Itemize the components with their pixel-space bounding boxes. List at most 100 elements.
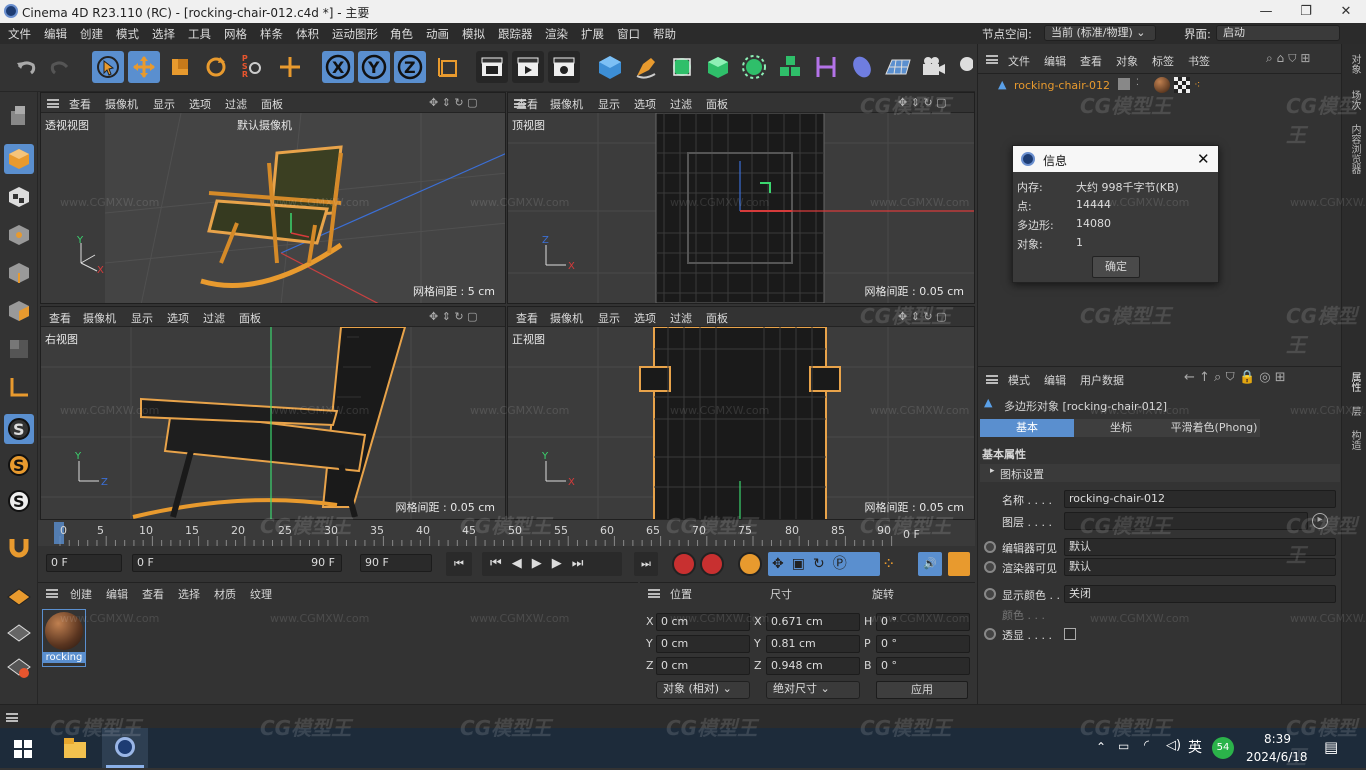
options-menu[interactable]: 选项	[189, 96, 211, 112]
x-axis-lock-button[interactable]: X	[322, 51, 354, 83]
menu-mode[interactable]: 模式	[116, 26, 139, 42]
render-view-button[interactable]	[476, 51, 508, 83]
viewport-perspective[interactable]: 查看 摄像机 显示 选项 过滤 面板 ✥ ⇕ ↻ ▢ 透视视图 默认摄像机 Y …	[40, 92, 506, 304]
select-tool-button[interactable]	[92, 51, 124, 83]
side-tab-layers[interactable]: 层	[1347, 406, 1362, 416]
axis-mode-button[interactable]	[4, 372, 34, 402]
size-z-field[interactable]: 0.948 cm	[766, 657, 860, 675]
object-menu-icon[interactable]	[986, 54, 998, 67]
side-tab-structure[interactable]: 构造	[1347, 430, 1362, 450]
render-picture-viewer-button[interactable]	[512, 51, 544, 83]
animate-radio[interactable]	[984, 588, 996, 600]
playback-controls[interactable]: ⏮◀▶▶⏭	[482, 552, 622, 576]
texture-mode-button[interactable]	[4, 182, 34, 212]
extrude-button[interactable]	[702, 51, 734, 83]
move-tool-button[interactable]	[128, 51, 160, 83]
coord-menu-icon[interactable]	[648, 588, 660, 601]
om-menu-object[interactable]: 对象	[1116, 53, 1138, 69]
camera-button[interactable]	[918, 51, 950, 83]
wifi-icon[interactable]: ◜	[1144, 738, 1149, 753]
menu-volume[interactable]: 体积	[296, 26, 319, 42]
keyframe-selection-button[interactable]	[738, 552, 762, 576]
snap-enable-button[interactable]: S	[4, 450, 34, 480]
layer-field[interactable]	[1064, 512, 1308, 530]
filter-menu[interactable]: 过滤	[670, 96, 692, 112]
tab-basic[interactable]: 基本	[980, 419, 1074, 437]
preview-range-slider[interactable]: 0 F 90 F	[132, 554, 342, 572]
tab-phong[interactable]: 平滑着色(Phong)	[1168, 419, 1260, 437]
attr-menu-edit[interactable]: 编辑	[1044, 372, 1066, 388]
coordinate-system-button[interactable]	[432, 51, 464, 83]
make-editable-button[interactable]	[4, 100, 34, 130]
snap-settings-button[interactable]: S	[4, 486, 34, 516]
key-channels-toggle[interactable]: ✥▣↻Ⓟ	[768, 552, 880, 576]
om-menu-file[interactable]: 文件	[1008, 53, 1030, 69]
volume-icon[interactable]: ◁)	[1166, 738, 1181, 753]
viewport-menu-icon[interactable]	[47, 98, 59, 111]
pen-tool-button[interactable]	[630, 51, 662, 83]
viewport-top[interactable]: 查看 摄像机 显示 选项 过滤 面板 ✥ ⇕ ↻ ▢ 顶视图 Z X 网格间距 …	[507, 92, 975, 304]
options-menu[interactable]: 选项	[634, 310, 656, 326]
light-button[interactable]	[954, 51, 974, 83]
menu-tools[interactable]: 工具	[188, 26, 211, 42]
y-axis-lock-button[interactable]: Y	[358, 51, 390, 83]
minimize-button[interactable]: —	[1246, 2, 1286, 21]
menu-render[interactable]: 渲染	[545, 26, 568, 42]
coord-mode-dropdown[interactable]: 对象 (相对) ⌄	[656, 681, 750, 699]
camera-menu[interactable]: 摄像机	[105, 96, 138, 112]
rot-b-field[interactable]: 0 °	[876, 657, 970, 675]
selection-tag-icon[interactable]: ⁖	[1194, 78, 1200, 91]
maximize-button[interactable]: ❐	[1286, 2, 1326, 21]
render-visible-dropdown[interactable]: 默认	[1064, 558, 1336, 576]
record-keyframe-button[interactable]	[672, 552, 696, 576]
deformer-button[interactable]	[810, 51, 842, 83]
start-frame-field[interactable]: 0 F	[46, 554, 122, 572]
edges-mode-button[interactable]	[4, 258, 34, 288]
side-tab-objects[interactable]: 对象	[1347, 54, 1362, 74]
c4d-taskbar-button[interactable]	[102, 728, 148, 768]
om-menu-edit[interactable]: 编辑	[1044, 53, 1066, 69]
ok-button[interactable]: 确定	[1092, 256, 1140, 278]
end-frame-field[interactable]: 90 F	[360, 554, 432, 572]
display-menu[interactable]: 显示	[598, 310, 620, 326]
mat-menu-texture[interactable]: 纹理	[250, 586, 272, 602]
rot-p-field[interactable]: 0 °	[876, 635, 970, 653]
render-settings-button[interactable]	[548, 51, 580, 83]
menu-select[interactable]: 选择	[152, 26, 175, 42]
camera-menu[interactable]: 摄像机	[550, 310, 583, 326]
magnet-button[interactable]	[4, 532, 34, 562]
battery-icon[interactable]: ▭	[1118, 739, 1129, 753]
file-explorer-icon[interactable]	[64, 738, 86, 758]
viewport-nav-icons[interactable]: ✥ ⇕ ↻ ▢	[898, 96, 947, 109]
visibility-dots-icon[interactable]: ⁚	[1136, 78, 1139, 88]
menu-simulate[interactable]: 模拟	[462, 26, 485, 42]
menu-animation[interactable]: 动画	[426, 26, 449, 42]
filter-menu[interactable]: 过滤	[670, 310, 692, 326]
mat-menu-select[interactable]: 选择	[178, 586, 200, 602]
display-menu[interactable]: 显示	[598, 96, 620, 112]
side-tab-takes[interactable]: 场次	[1347, 90, 1362, 110]
scale-tool-button[interactable]	[164, 51, 196, 83]
viewport-right[interactable]: 查看 摄像机 显示 选项 过滤 面板 ✥ ⇕ ↻ ▢ 右视图 Y Z 网格间距 …	[40, 306, 506, 520]
size-y-field[interactable]: 0.81 cm	[766, 635, 860, 653]
filter-menu[interactable]: 过滤	[203, 310, 225, 326]
name-field[interactable]: rocking-chair-012	[1064, 490, 1336, 508]
attributes-menu-icon[interactable]	[986, 374, 998, 387]
cloner-button[interactable]	[738, 51, 770, 83]
display-color-dropdown[interactable]: 关闭	[1064, 585, 1336, 603]
pos-y-field[interactable]: 0 cm	[656, 635, 750, 653]
options-menu[interactable]: 选项	[167, 310, 189, 326]
tray-chevron-icon[interactable]: ⌃	[1096, 740, 1106, 754]
undo-button[interactable]	[10, 51, 42, 83]
layer-picker-icon[interactable]: ▸	[1312, 513, 1328, 529]
menu-tracker[interactable]: 跟踪器	[498, 26, 533, 42]
auto-keyframe-button[interactable]	[700, 552, 724, 576]
view-menu[interactable]: 查看	[516, 310, 538, 326]
material-tag-icon[interactable]	[1154, 77, 1170, 93]
field-button[interactable]	[846, 51, 878, 83]
windows-start-icon[interactable]	[14, 740, 32, 758]
menu-edit[interactable]: 编辑	[44, 26, 67, 42]
menu-file[interactable]: 文件	[8, 26, 31, 42]
xray-checkbox[interactable]	[1064, 628, 1076, 640]
mat-menu-material[interactable]: 材质	[214, 586, 236, 602]
